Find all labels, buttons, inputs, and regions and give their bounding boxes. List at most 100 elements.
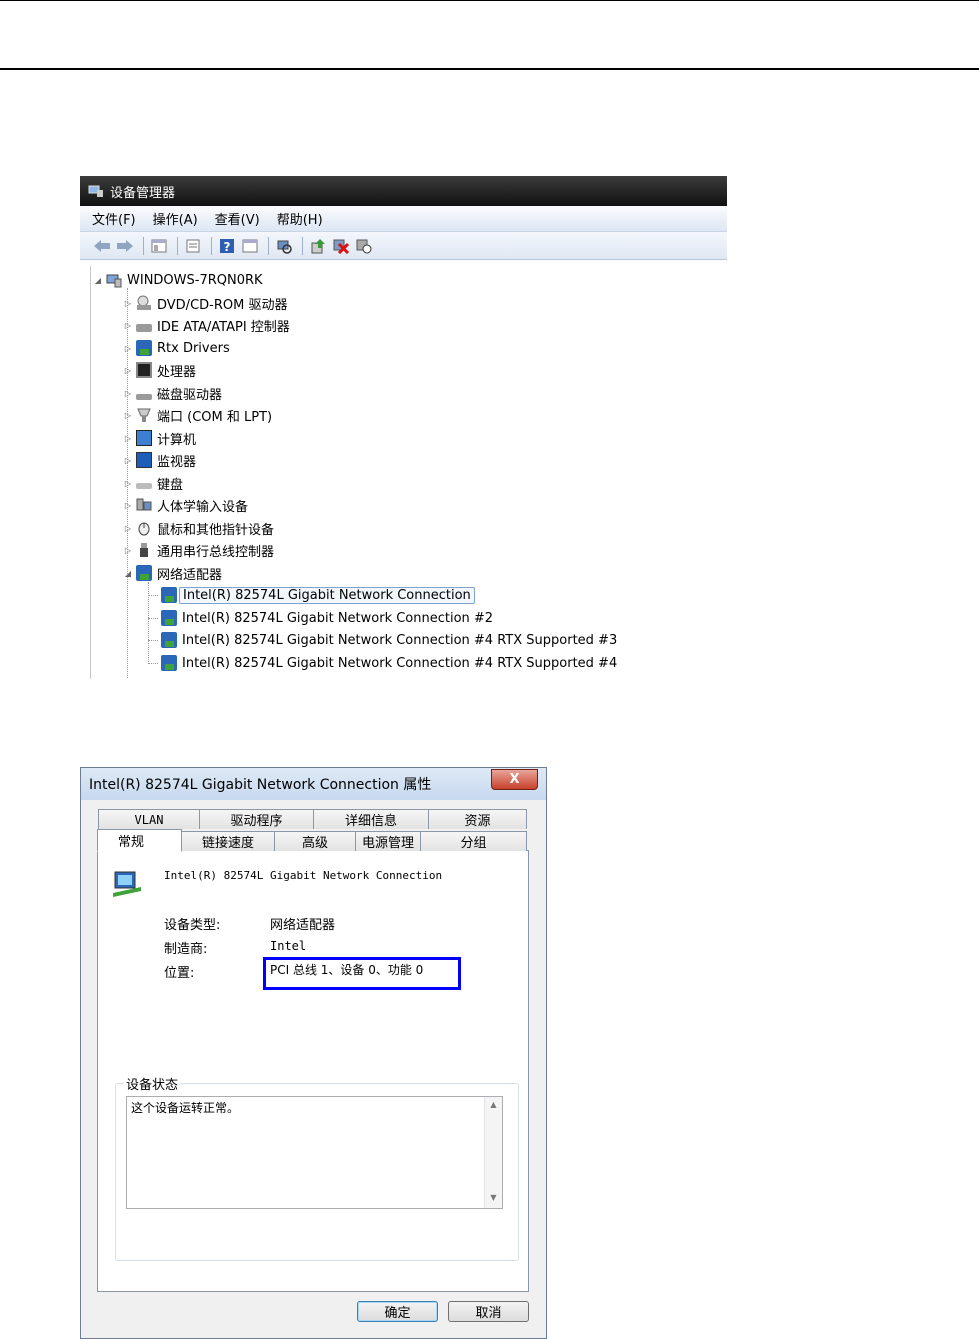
tree-category[interactable]: ▷ IDE ATA/ATAPI 控制器 — [123, 314, 290, 336]
tab-vlan[interactable]: VLAN — [98, 809, 200, 829]
tree-category-label: 人体学输入设备 — [157, 499, 249, 515]
svg-text:?: ? — [224, 240, 231, 254]
disable-icon[interactable] — [354, 237, 374, 255]
details-icon[interactable] — [240, 237, 260, 255]
network-adapter-icon — [161, 655, 177, 671]
cancel-button-label: 取消 — [475, 1306, 502, 1321]
tree-category-label: IDE ATA/ATAPI 控制器 — [157, 319, 290, 335]
update-driver-icon[interactable] — [308, 237, 328, 255]
dialog-titlebar: Intel(R) 82574L Gigabit Network Connecti… — [81, 768, 546, 800]
expand-arrow-icon[interactable]: ▷ — [123, 389, 133, 398]
close-button[interactable]: X — [491, 769, 538, 790]
toolbar: ? — [80, 232, 727, 260]
tree-category-label: 端口 (COM 和 LPT) — [157, 409, 273, 425]
tab-label: 驱动程序 — [230, 814, 283, 829]
ok-button[interactable]: 确定 — [357, 1301, 438, 1322]
tree-category-label: DVD/CD-ROM 驱动器 — [157, 297, 288, 313]
manufacturer-value: Intel — [270, 939, 307, 953]
tree-category[interactable]: ▷ Rtx Drivers — [123, 337, 230, 359]
tree-category[interactable]: ▷ 键盘 — [123, 472, 183, 494]
device-status-title: 设备状态 — [124, 1074, 181, 1093]
tree-category[interactable]: ▷ 人体学输入设备 — [123, 494, 248, 516]
tree-category[interactable]: ▷ 端口 (COM 和 LPT) — [123, 404, 272, 426]
expand-arrow-icon[interactable]: ▷ — [123, 366, 133, 375]
tab-driver[interactable]: 驱动程序 — [199, 809, 314, 829]
manufacturer-label: 制造商: — [164, 942, 208, 957]
tab-general[interactable]: 常规 — [97, 829, 182, 852]
toolbar-separator — [177, 236, 178, 255]
tab-label: 电源管理 — [361, 836, 414, 851]
menu-file[interactable]: 文件(F) — [92, 209, 136, 228]
expand-arrow-icon[interactable]: ▷ — [123, 546, 133, 555]
tree-category[interactable]: ▷ 处理器 — [123, 359, 196, 381]
dialog-title: Intel(R) 82574L Gigabit Network Connecti… — [89, 777, 432, 793]
tab-label: VLAN — [134, 812, 164, 827]
properties-icon[interactable] — [183, 237, 203, 255]
tab-label: 资源 — [464, 814, 491, 829]
status-scrollbar[interactable]: ▲ ▼ — [484, 1097, 502, 1208]
expand-arrow-icon[interactable]: ▷ — [123, 479, 133, 488]
help-icon[interactable]: ? — [217, 237, 237, 255]
menu-view[interactable]: 查看(V) — [215, 209, 260, 228]
collapse-arrow-icon[interactable]: ◢ — [93, 276, 103, 285]
menu-action[interactable]: 操作(A) — [153, 209, 198, 228]
properties-dialog: Intel(R) 82574L Gigabit Network Connecti… — [80, 767, 547, 1339]
scan-hardware-icon[interactable] — [274, 237, 294, 255]
tree-category[interactable]: ▷ DVD/CD-ROM 驱动器 — [123, 292, 287, 314]
network-adapter-icon — [161, 632, 177, 648]
tab-resources[interactable]: 资源 — [428, 809, 527, 829]
menu-help[interactable]: 帮助(H) — [277, 209, 323, 228]
console-tree-icon[interactable] — [149, 237, 169, 255]
expand-arrow-icon[interactable]: ▷ — [123, 434, 133, 443]
expand-arrow-icon[interactable]: ▷ — [123, 344, 133, 353]
toolbar-separator — [302, 236, 303, 255]
tree-category-label: 监视器 — [157, 454, 197, 470]
expand-arrow-icon[interactable]: ▷ — [123, 299, 133, 308]
tree-root[interactable]: ◢ WINDOWS-7RQN0RK — [93, 269, 263, 291]
network-adapter-icon — [161, 587, 177, 603]
forward-icon[interactable] — [115, 237, 135, 255]
tab-teaming[interactable]: 分组 — [420, 831, 527, 851]
tree-device[interactable]: Intel(R) 82574L Gigabit Network Connecti… — [161, 652, 617, 674]
tab-label: 高级 — [301, 836, 328, 851]
tree-device[interactable]: Intel(R) 82574L Gigabit Network Connecti… — [161, 607, 493, 629]
uninstall-icon[interactable] — [331, 237, 351, 255]
tab-link-speed[interactable]: 链接速度 — [181, 831, 275, 851]
monitor-icon — [136, 452, 152, 468]
tree-category-expanded[interactable]: ◢ 网络适配器 — [123, 562, 222, 584]
computer-icon — [106, 272, 122, 288]
tab-label: 分组 — [460, 836, 487, 851]
device-name: Intel(R) 82574L Gigabit Network Connecti… — [164, 869, 443, 882]
tab-advanced[interactable]: 高级 — [274, 831, 356, 851]
menu-bar: 文件(F) 操作(A) 查看(V) 帮助(H) — [80, 206, 727, 232]
tree-category-label: Rtx Drivers — [157, 340, 230, 356]
tree-category[interactable]: ▷ 监视器 — [123, 449, 196, 471]
expand-arrow-icon[interactable]: ▷ — [123, 321, 133, 330]
device-manager-icon — [88, 184, 104, 198]
tab-details[interactable]: 详细信息 — [313, 809, 429, 829]
tree-device[interactable]: Intel(R) 82574L Gigabit Network Connecti… — [161, 629, 617, 651]
tree-guide — [148, 595, 158, 596]
expand-arrow-icon[interactable]: ▷ — [123, 501, 133, 510]
expand-arrow-icon[interactable]: ▷ — [123, 524, 133, 533]
general-tab-panel: Intel(R) 82574L Gigabit Network Connecti… — [97, 850, 529, 1292]
tree-device-label: Intel(R) 82574L Gigabit Network Connecti… — [182, 655, 618, 671]
toolbar-separator — [268, 236, 269, 255]
back-icon[interactable] — [92, 237, 112, 255]
tree-category[interactable]: ▷ 磁盘驱动器 — [123, 382, 222, 404]
usb-icon — [136, 542, 152, 558]
tree-guide — [148, 582, 149, 662]
tree-device-selected[interactable]: Intel(R) 82574L Gigabit Network Connecti… — [161, 584, 475, 606]
device-manager-titlebar: 设备管理器 — [80, 176, 727, 206]
scroll-up-icon[interactable]: ▲ — [485, 1100, 502, 1109]
tree-category[interactable]: ▷ 通用串行总线控制器 — [123, 539, 274, 561]
expand-arrow-icon[interactable]: ▷ — [123, 456, 133, 465]
collapse-arrow-icon[interactable]: ◢ — [123, 569, 133, 578]
tree-category[interactable]: ▷ 计算机 — [123, 427, 196, 449]
cancel-button[interactable]: 取消 — [448, 1301, 529, 1322]
device-status-textbox[interactable]: 这个设备运转正常。 ▲ ▼ — [126, 1096, 503, 1209]
scroll-down-icon[interactable]: ▼ — [485, 1193, 502, 1202]
tree-category[interactable]: ▷ 鼠标和其他指针设备 — [123, 517, 274, 539]
expand-arrow-icon[interactable]: ▷ — [123, 411, 133, 420]
tab-power[interactable]: 电源管理 — [355, 831, 421, 851]
